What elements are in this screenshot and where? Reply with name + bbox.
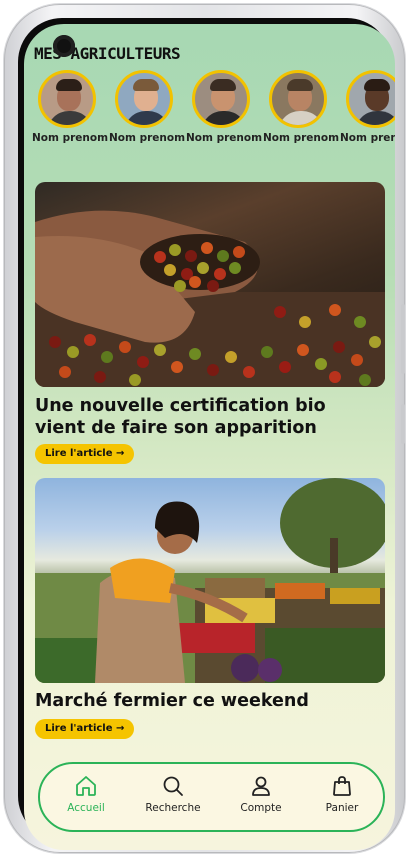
article-image-market[interactable] bbox=[35, 478, 385, 683]
farmer-item[interactable]: Nom prenom bbox=[109, 70, 186, 144]
nav-item-accueil[interactable]: Accueil bbox=[51, 774, 121, 814]
farmer-item[interactable]: Nom prenom bbox=[186, 70, 263, 144]
farmer-name: Nom prenom bbox=[186, 132, 263, 144]
bottom-navigation: Accueil Recherche Compte Panier bbox=[38, 762, 385, 832]
farmer-item[interactable]: Nom prenom bbox=[263, 70, 340, 144]
farmer-name: Nom prenom bbox=[109, 132, 186, 144]
avatar bbox=[115, 70, 173, 128]
nav-item-recherche[interactable]: Recherche bbox=[138, 774, 208, 814]
farmers-carousel[interactable]: Nom prenom Nom prenom Nom prenom Nom pre… bbox=[32, 70, 395, 150]
phone-frame: MES AGRICULTEURS Nom prenom Nom prenom N… bbox=[4, 4, 405, 853]
side-button bbox=[401, 404, 405, 444]
nav-item-panier[interactable]: Panier bbox=[307, 774, 377, 814]
user-icon bbox=[252, 776, 270, 796]
side-button bbox=[401, 304, 405, 374]
search-icon bbox=[163, 776, 183, 796]
read-article-button[interactable]: Lire l'article → bbox=[35, 444, 135, 464]
home-icon bbox=[76, 776, 96, 796]
article-title[interactable]: Une nouvelle certification bio vient de … bbox=[35, 395, 375, 439]
bag-icon bbox=[333, 776, 351, 796]
nav-label: Panier bbox=[325, 802, 359, 814]
avatar bbox=[38, 70, 96, 128]
farmer-item[interactable]: Nom prenom bbox=[340, 70, 395, 144]
farmer-name: Nom prenom bbox=[263, 132, 340, 144]
nav-item-compte[interactable]: Compte bbox=[226, 774, 296, 814]
article-image-coffee[interactable] bbox=[35, 182, 385, 387]
article-title[interactable]: Marché fermier ce weekend bbox=[35, 690, 375, 712]
avatar bbox=[269, 70, 327, 128]
coffee-cherries-illustration bbox=[35, 210, 385, 387]
camera-icon bbox=[53, 35, 75, 57]
nav-label: Recherche bbox=[145, 802, 201, 814]
avatar bbox=[346, 70, 395, 128]
nav-label: Accueil bbox=[67, 802, 105, 814]
farmer-name: Nom prenom bbox=[32, 132, 109, 144]
avatar bbox=[192, 70, 250, 128]
read-article-button[interactable]: Lire l'article → bbox=[35, 719, 135, 739]
app-screen: MES AGRICULTEURS Nom prenom Nom prenom N… bbox=[24, 24, 395, 850]
nav-label: Compte bbox=[240, 802, 282, 814]
farmer-name: Nom prenom bbox=[340, 132, 395, 144]
farmer-item[interactable]: Nom prenom bbox=[32, 70, 109, 144]
market-illustration bbox=[35, 478, 385, 683]
